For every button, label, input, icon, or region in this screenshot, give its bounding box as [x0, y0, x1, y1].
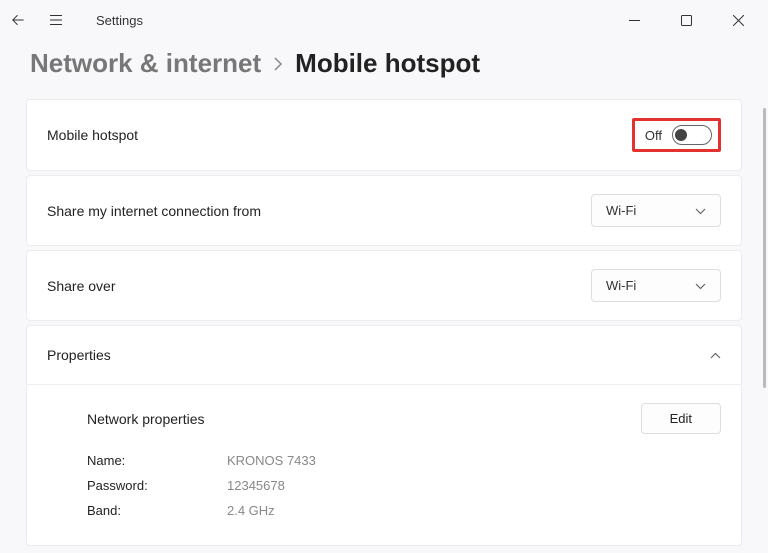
mobile-hotspot-label: Mobile hotspot — [47, 127, 138, 143]
titlebar: Settings — [0, 0, 768, 40]
close-button[interactable] — [716, 4, 760, 36]
window-controls — [612, 4, 760, 36]
property-key: Band: — [87, 503, 227, 518]
hotspot-toggle-highlight: Off — [632, 118, 721, 152]
minimize-button[interactable] — [612, 4, 656, 36]
scrollbar[interactable] — [763, 108, 766, 388]
breadcrumb: Network & internet Mobile hotspot — [0, 40, 768, 99]
breadcrumb-parent[interactable]: Network & internet — [30, 48, 261, 79]
property-row: Password: 12345678 — [87, 473, 721, 498]
breadcrumb-current: Mobile hotspot — [295, 48, 480, 79]
property-value: 2.4 GHz — [227, 503, 275, 518]
properties-expander[interactable]: Properties — [27, 326, 741, 385]
share-from-label: Share my internet connection from — [47, 203, 261, 219]
share-from-card: Share my internet connection from Wi-Fi — [26, 175, 742, 246]
share-from-select[interactable]: Wi-Fi — [591, 194, 721, 227]
chevron-down-icon — [695, 203, 706, 218]
property-key: Name: — [87, 453, 227, 468]
share-over-value: Wi-Fi — [606, 278, 636, 293]
property-row: Band: 2.4 GHz — [87, 498, 721, 523]
properties-card: Properties Network properties Edit Name:… — [26, 325, 742, 546]
property-value: 12345678 — [227, 478, 285, 493]
properties-heading: Properties — [47, 347, 111, 363]
share-over-select[interactable]: Wi-Fi — [591, 269, 721, 302]
property-key: Password: — [87, 478, 227, 493]
content-area: Mobile hotspot Off Share my internet con… — [0, 99, 768, 546]
back-button[interactable] — [8, 10, 28, 30]
chevron-down-icon — [695, 278, 706, 293]
edit-button[interactable]: Edit — [641, 403, 721, 434]
maximize-icon — [681, 15, 692, 26]
mobile-hotspot-card: Mobile hotspot Off — [26, 99, 742, 171]
close-icon — [733, 15, 744, 26]
property-value: KRONOS 7433 — [227, 453, 316, 468]
toggle-knob-icon — [675, 129, 687, 141]
chevron-right-icon — [273, 55, 283, 76]
network-properties-label: Network properties — [87, 411, 205, 427]
back-arrow-icon — [12, 12, 24, 28]
property-row: Name: KRONOS 7433 — [87, 448, 721, 473]
app-title: Settings — [96, 13, 143, 28]
properties-body: Network properties Edit Name: KRONOS 743… — [27, 385, 741, 545]
hotspot-toggle[interactable] — [672, 125, 712, 145]
menu-button[interactable] — [46, 10, 66, 30]
share-over-card: Share over Wi-Fi — [26, 250, 742, 321]
chevron-up-icon — [710, 346, 721, 364]
properties-grid: Name: KRONOS 7433 Password: 12345678 Ban… — [47, 448, 721, 523]
hotspot-toggle-state: Off — [645, 128, 662, 143]
maximize-button[interactable] — [664, 4, 708, 36]
minimize-icon — [629, 15, 640, 26]
share-from-value: Wi-Fi — [606, 203, 636, 218]
share-over-label: Share over — [47, 278, 115, 294]
hamburger-icon — [50, 13, 62, 27]
titlebar-left: Settings — [8, 10, 143, 30]
